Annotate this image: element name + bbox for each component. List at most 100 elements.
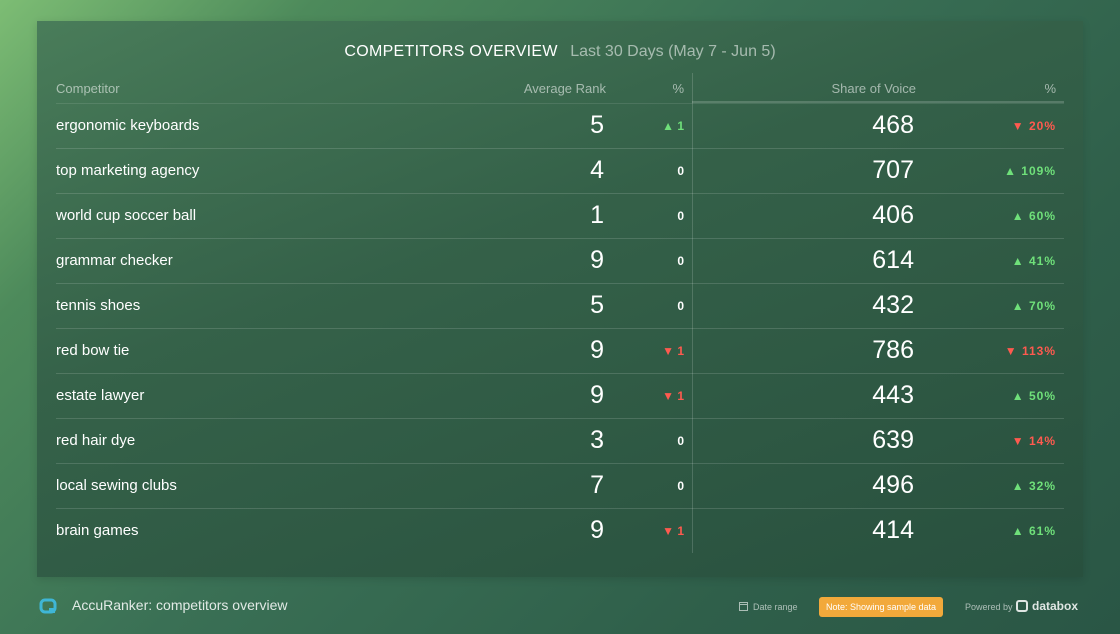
average-rank-value: 3: [590, 426, 604, 454]
rank-change: 0: [677, 209, 684, 223]
sov-change-value: 109%: [1021, 164, 1056, 178]
sov-change: ▲ 50%: [1012, 389, 1056, 403]
rank-change-value: 0: [677, 299, 684, 313]
table-header: Competitor Average Rank % Share of Voice…: [56, 79, 1064, 103]
rank-change-value: 1: [677, 524, 684, 538]
triangle-up-icon: ▲: [1004, 164, 1022, 178]
rank-change-value: 1: [677, 344, 684, 358]
rank-change-value: 0: [677, 434, 684, 448]
triangle-down-icon: ▼: [1011, 119, 1029, 133]
rank-change: 0: [677, 164, 684, 178]
rank-change: 0: [677, 254, 684, 268]
triangle-down-icon: ▼: [662, 389, 678, 403]
triangle-up-icon: ▲: [1011, 389, 1029, 403]
widget-title-row: COMPETITORS OVERVIEW Last 30 Days (May 7…: [37, 43, 1083, 61]
date-range-label: Date range: [753, 602, 798, 612]
share-of-voice-value: 707: [872, 156, 914, 184]
column-header-share-of-voice[interactable]: Share of Voice: [831, 81, 916, 96]
dashboard-footer: AccuRanker: competitors overview Date ra…: [0, 590, 1120, 624]
sov-change-value: 41%: [1028, 254, 1056, 268]
triangle-down-icon: ▼: [662, 344, 678, 358]
share-of-voice-value: 414: [872, 516, 914, 544]
dashboard-title: AccuRanker: competitors overview: [72, 597, 288, 613]
table-row[interactable]: estate lawyer 9 ▼ 1 443 ▲ 50%: [56, 373, 1064, 418]
rank-change: ▼ 1: [662, 344, 684, 358]
rank-change: 0: [677, 434, 684, 448]
triangle-down-icon: ▼: [1004, 344, 1022, 358]
competitor-name: ergonomic keyboards: [56, 117, 200, 134]
widget-title: COMPETITORS OVERVIEW: [344, 43, 558, 60]
share-of-voice-value: 443: [872, 381, 914, 409]
rank-change-value: 0: [677, 164, 684, 178]
triangle-up-icon: ▲: [1011, 209, 1029, 223]
column-header-average-rank[interactable]: Average Rank: [524, 81, 606, 96]
competitor-name: top marketing agency: [56, 162, 200, 179]
sov-change: ▼ 113%: [1005, 344, 1056, 358]
sov-change: ▲ 61%: [1012, 524, 1056, 538]
table-row[interactable]: red hair dye 3 0 639 ▼ 14%: [56, 418, 1064, 463]
accuranker-logo-icon: [39, 598, 57, 614]
powered-by-label: Powered by: [965, 602, 1013, 612]
date-range-button[interactable]: Date range: [739, 602, 798, 612]
table-row[interactable]: grammar checker 9 0 614 ▲ 41%: [56, 238, 1064, 283]
competitor-name: world cup soccer ball: [56, 207, 197, 224]
share-of-voice-value: 496: [872, 471, 914, 499]
sample-data-badge: Note: Showing sample data: [819, 597, 944, 617]
competitor-name: red bow tie: [56, 342, 130, 359]
databox-logo-icon: [1016, 600, 1028, 612]
rank-change-value: 0: [677, 209, 684, 223]
table-row[interactable]: tennis shoes 5 0 432 ▲ 70%: [56, 283, 1064, 328]
column-header-competitor[interactable]: Competitor: [56, 81, 120, 96]
widget-subtitle: Last 30 Days (May 7 - Jun 5): [570, 43, 776, 60]
column-header-rank-pct[interactable]: %: [672, 81, 684, 96]
average-rank-value: 9: [590, 381, 604, 409]
average-rank-value: 7: [590, 471, 604, 499]
databox-brand-link[interactable]: databox: [1016, 599, 1078, 613]
sov-change: ▲ 109%: [1004, 164, 1056, 178]
column-header-sov-pct[interactable]: %: [1044, 81, 1056, 96]
share-of-voice-value: 786: [872, 336, 914, 364]
triangle-up-icon: ▲: [1011, 524, 1029, 538]
sov-change-value: 50%: [1028, 389, 1056, 403]
share-of-voice-value: 406: [872, 201, 914, 229]
competitor-name: brain games: [56, 522, 139, 539]
sov-change-value: 14%: [1028, 434, 1056, 448]
sov-change: ▲ 70%: [1012, 299, 1056, 313]
table-row[interactable]: top marketing agency 4 0 707 ▲ 109%: [56, 148, 1064, 193]
sov-change: ▼ 14%: [1012, 434, 1056, 448]
share-of-voice-value: 639: [872, 426, 914, 454]
triangle-down-icon: ▼: [1011, 434, 1029, 448]
sov-change: ▼ 20%: [1012, 119, 1056, 133]
competitors-widget: COMPETITORS OVERVIEW Last 30 Days (May 7…: [37, 21, 1083, 577]
sov-change: ▲ 41%: [1012, 254, 1056, 268]
sov-change-value: 60%: [1028, 209, 1056, 223]
competitor-name: red hair dye: [56, 432, 136, 449]
competitor-name: tennis shoes: [56, 297, 141, 314]
competitor-name: local sewing clubs: [56, 477, 177, 494]
average-rank-value: 5: [590, 291, 604, 319]
table-row[interactable]: ergonomic keyboards 5 ▲ 1 468 ▼ 20%: [56, 103, 1064, 148]
share-of-voice-value: 614: [872, 246, 914, 274]
rank-change-value: 0: [677, 254, 684, 268]
triangle-up-icon: ▲: [1011, 254, 1029, 268]
sov-change-value: 20%: [1028, 119, 1056, 133]
table-row[interactable]: world cup soccer ball 1 0 406 ▲ 60%: [56, 193, 1064, 238]
average-rank-value: 9: [590, 516, 604, 544]
sov-change: ▲ 60%: [1012, 209, 1056, 223]
average-rank-value: 1: [590, 201, 604, 229]
average-rank-value: 9: [590, 336, 604, 364]
sov-change-value: 61%: [1028, 524, 1056, 538]
rank-change: 0: [677, 299, 684, 313]
table-row[interactable]: local sewing clubs 7 0 496 ▲ 32%: [56, 463, 1064, 508]
sov-change-value: 70%: [1028, 299, 1056, 313]
average-rank-value: 9: [590, 246, 604, 274]
table-row[interactable]: red bow tie 9 ▼ 1 786 ▼ 113%: [56, 328, 1064, 373]
competitor-name: estate lawyer: [56, 387, 145, 404]
sov-change-value: 113%: [1021, 344, 1056, 358]
databox-brand-label: databox: [1032, 599, 1079, 613]
share-of-voice-value: 432: [872, 291, 914, 319]
rank-change-value: 0: [677, 479, 684, 493]
rank-change: ▼ 1: [662, 524, 684, 538]
table-row[interactable]: brain games 9 ▼ 1 414 ▲ 61%: [56, 508, 1064, 553]
average-rank-value: 5: [590, 111, 604, 139]
